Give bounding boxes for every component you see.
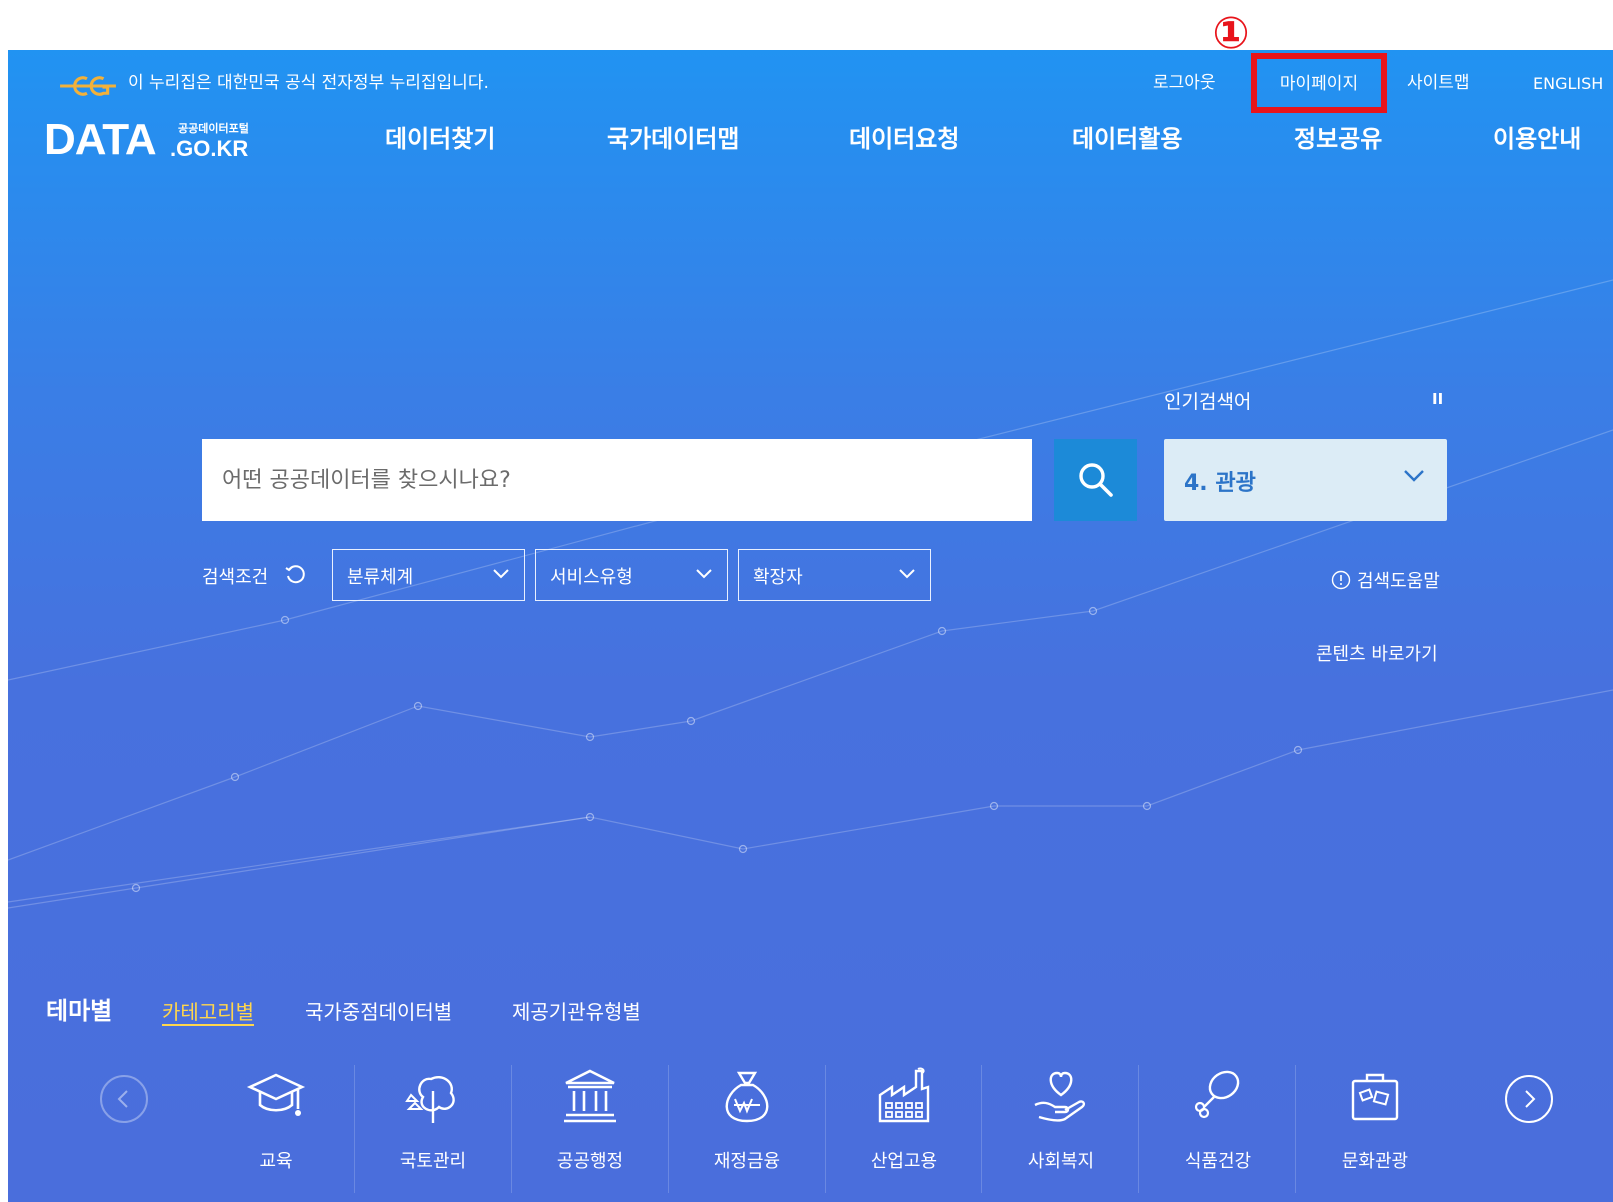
category-select-label: 분류체계 xyxy=(347,567,414,588)
category-carousel: 교육 국토관리 공공행정 재정금융 산업고용 사회복지 식품건강 문화관광 xyxy=(0,1055,1605,1193)
pause-rolling-button[interactable]: II xyxy=(1432,390,1443,408)
popular-keyword-value: 4. 관광 xyxy=(1184,471,1256,496)
service-type-select-label: 서비스유형 xyxy=(550,567,633,588)
category-item-culture-tourism[interactable]: 문화관광 xyxy=(1299,1055,1451,1183)
category-label: 교육 xyxy=(259,1151,293,1172)
gov-notice-text: 이 누리집은 대한민국 공식 전자정부 누리집입니다. xyxy=(128,73,489,93)
site-logo[interactable]: DATA 공공데이터포털 .GO.KR xyxy=(44,116,284,164)
category-item-education[interactable]: 교육 xyxy=(200,1055,352,1183)
hero-section xyxy=(8,50,1613,1202)
popular-keywords-label: 인기검색어 xyxy=(1164,391,1252,413)
gnb-item-find-data[interactable]: 데이터찾기 xyxy=(385,122,495,156)
tab-national-key-data[interactable]: 국가중점데이터별 xyxy=(305,996,452,1025)
search-help-link[interactable]: 검색도움말 xyxy=(1331,567,1440,593)
category-item-land-management[interactable]: 국토관리 xyxy=(357,1055,509,1183)
chevron-down-icon xyxy=(493,569,509,579)
logout-link[interactable]: 로그아웃 xyxy=(1153,70,1216,96)
category-label: 사회복지 xyxy=(1027,1151,1095,1172)
mypage-link[interactable]: 마이페이지 xyxy=(1251,53,1387,113)
drumstick-icon xyxy=(1194,1070,1240,1119)
trees-icon xyxy=(405,1076,455,1123)
factory-icon xyxy=(878,1067,930,1123)
logo-domain-text: .GO.KR xyxy=(170,136,249,161)
extension-select-label: 확장자 xyxy=(753,567,803,588)
content-shortcut-link[interactable]: 콘텐츠 바로가기 xyxy=(1316,640,1438,666)
category-label: 식품건강 xyxy=(1184,1151,1252,1172)
money-bag-icon xyxy=(725,1071,769,1123)
gnb-item-national-data-map[interactable]: 국가데이터맵 xyxy=(607,122,739,156)
search-button[interactable] xyxy=(1054,439,1137,521)
category-select[interactable]: 분류체계 xyxy=(332,549,525,601)
government-building-icon xyxy=(564,1069,616,1123)
suitcase-icon xyxy=(1351,1073,1399,1121)
gnb-item-data-request[interactable]: 데이터요청 xyxy=(849,122,959,156)
category-label: 재정금융 xyxy=(713,1151,781,1172)
search-conditions-label: 검색조건 xyxy=(202,567,269,588)
category-item-industry-employment[interactable]: 산업고용 xyxy=(828,1055,980,1183)
search-input[interactable] xyxy=(202,439,1032,521)
reset-icon[interactable] xyxy=(284,563,306,585)
theme-title: 테마별 xyxy=(46,997,113,1025)
logo-korean-text: 공공데이터포털 xyxy=(178,122,249,135)
english-link[interactable]: ENGLISH xyxy=(1533,71,1603,97)
graduation-cap-icon xyxy=(246,1073,306,1116)
chevron-down-icon xyxy=(899,569,915,579)
info-icon xyxy=(1331,570,1351,590)
category-label: 국토관리 xyxy=(399,1151,467,1172)
gnb-item-data-use[interactable]: 데이터활용 xyxy=(1072,122,1182,156)
heart-hand-icon xyxy=(1034,1071,1086,1122)
gov-emblem-icon xyxy=(60,76,116,96)
category-label: 산업고용 xyxy=(870,1151,938,1172)
logo-main-text: DATA xyxy=(44,115,157,164)
search-help-label: 검색도움말 xyxy=(1357,571,1440,592)
category-item-finance[interactable]: 재정금융 xyxy=(671,1055,823,1183)
category-label: 문화관광 xyxy=(1341,1151,1409,1172)
decorative-graph-lines xyxy=(8,279,1613,909)
service-type-select[interactable]: 서비스유형 xyxy=(535,549,728,601)
chevron-down-icon xyxy=(1404,470,1424,482)
category-label: 공공행정 xyxy=(556,1151,624,1172)
popular-keyword-dropdown[interactable]: 4. 관광 xyxy=(1164,439,1447,521)
gnb-item-info-share[interactable]: 정보공유 xyxy=(1294,122,1382,156)
gnb-item-guide[interactable]: 이용안내 xyxy=(1493,122,1581,156)
category-item-social-welfare[interactable]: 사회복지 xyxy=(985,1055,1137,1183)
sitemap-link[interactable]: 사이트맵 xyxy=(1407,70,1470,96)
extension-select[interactable]: 확장자 xyxy=(738,549,931,601)
tab-provider-type[interactable]: 제공기관유형별 xyxy=(512,996,641,1025)
category-item-food-health[interactable]: 식품건강 xyxy=(1142,1055,1294,1183)
category-item-public-administration[interactable]: 공공행정 xyxy=(514,1055,666,1183)
tab-category[interactable]: 카테고리별 xyxy=(162,996,254,1025)
search-icon xyxy=(1078,463,1113,497)
chevron-down-icon xyxy=(696,569,712,579)
